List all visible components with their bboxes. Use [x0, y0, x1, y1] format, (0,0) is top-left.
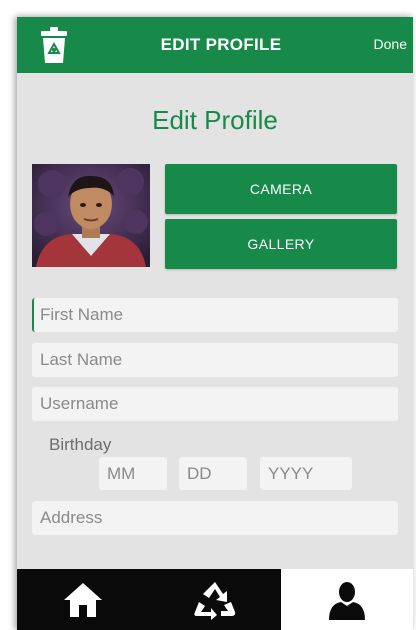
birthday-day-field[interactable] [179, 457, 247, 490]
recycle-icon [194, 581, 236, 620]
header-title: EDIT PROFILE [160, 35, 282, 54]
profile-photo [32, 164, 150, 267]
avatar[interactable] [32, 164, 150, 267]
app-header: EDIT PROFILE Done [17, 17, 413, 73]
app-frame: EDIT PROFILE Done Edit Profile CAMERA GA… [17, 17, 413, 630]
user-icon [329, 581, 365, 620]
nav-recycle[interactable] [149, 569, 281, 630]
birthday-year-field[interactable] [260, 457, 352, 490]
home-icon [64, 582, 102, 617]
address-field[interactable] [32, 501, 398, 535]
nav-home[interactable] [17, 569, 149, 630]
done-button[interactable]: Done [374, 36, 407, 52]
first-name-field[interactable] [32, 298, 398, 332]
bottom-nav [17, 569, 413, 630]
username-field[interactable] [32, 387, 398, 421]
page-title: Edit Profile [152, 105, 278, 135]
nav-profile[interactable] [281, 569, 413, 630]
birthday-label: Birthday [49, 435, 112, 454]
last-name-field[interactable] [32, 343, 398, 377]
camera-button[interactable]: CAMERA [165, 164, 397, 214]
gallery-button[interactable]: GALLERY [165, 219, 397, 269]
birthday-month-field[interactable] [99, 457, 167, 490]
